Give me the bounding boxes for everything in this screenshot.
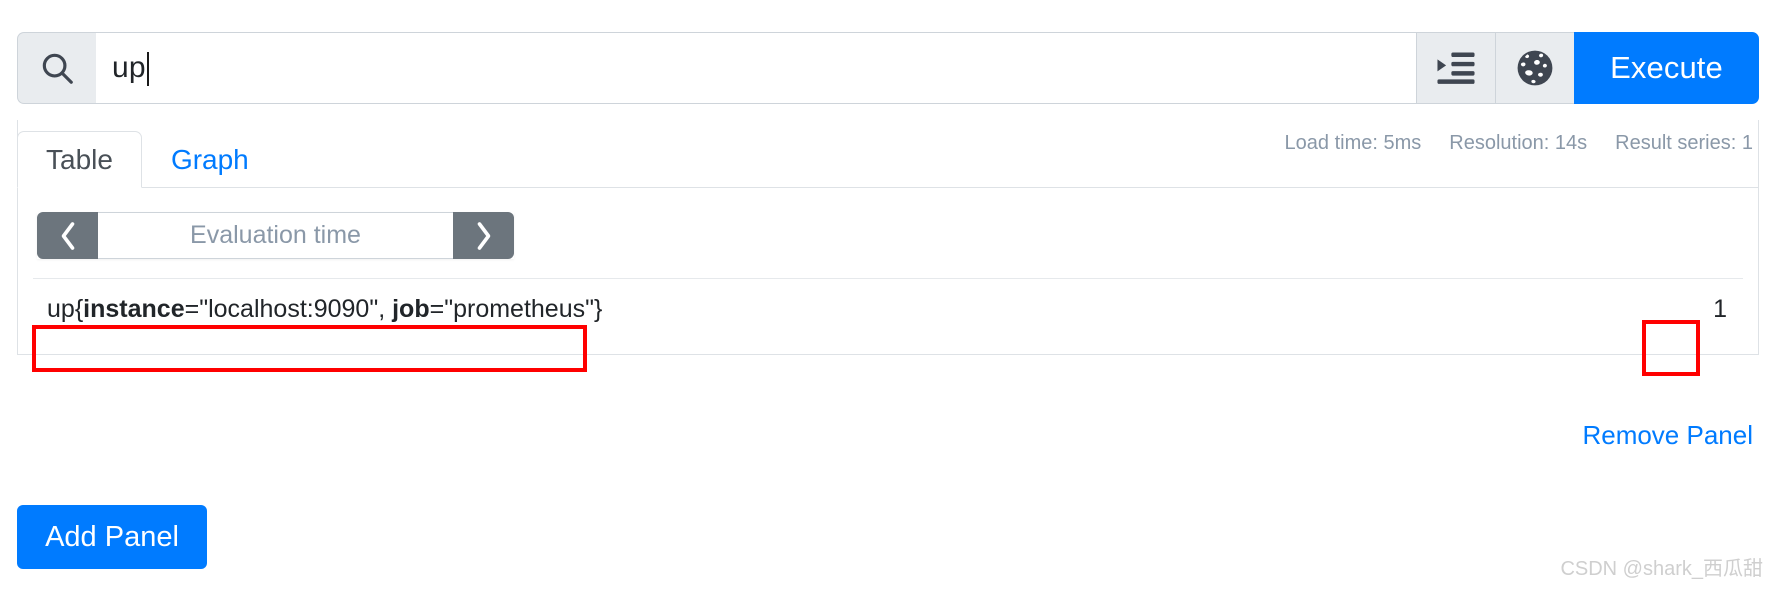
label-key-job: job <box>392 295 430 323</box>
resolution-stat: Resolution: 14s <box>1449 132 1588 154</box>
tab-table[interactable]: Table <box>17 131 142 188</box>
chevron-left-icon <box>58 221 78 251</box>
globe-icon <box>1516 49 1554 87</box>
query-stats: Load time: 5ms Resolution: 14s Result se… <box>1285 132 1753 155</box>
label-value-instance: localhost:9090 <box>208 295 370 323</box>
remove-panel-link[interactable]: Remove Panel <box>1582 420 1753 451</box>
tab-graph[interactable]: Graph <box>142 131 278 188</box>
text-cursor <box>146 52 149 86</box>
indent-list-icon <box>1436 51 1476 85</box>
load-time-stat: Load time: 5ms <box>1284 132 1422 154</box>
metrics-explorer-button[interactable] <box>1495 32 1574 104</box>
watermark-text: CSDN @shark_西瓜甜 <box>1560 558 1763 580</box>
prometheus-expression-browser: up Execute Table Graph Load time: 5ms Re… <box>0 0 1775 589</box>
add-panel-button[interactable]: Add Panel <box>17 505 207 569</box>
expression-input-value: up <box>112 51 146 84</box>
results-table: up{instance="localhost:9090", job="prome… <box>33 278 1743 340</box>
search-icon-addon <box>17 32 96 104</box>
evaluation-time-input[interactable]: Evaluation time <box>98 212 453 259</box>
evaluation-time-prev-button[interactable] <box>37 212 98 259</box>
label-value-job: prometheus <box>453 295 586 323</box>
evaluation-time-placeholder: Evaluation time <box>190 221 361 249</box>
result-series-stat: Result series: 1 <box>1615 132 1753 154</box>
execute-button[interactable]: Execute <box>1574 32 1759 104</box>
expression-input[interactable]: up <box>96 32 1416 104</box>
evaluation-time-next-button[interactable] <box>453 212 514 259</box>
chevron-right-icon <box>474 221 494 251</box>
table-row: up{instance="localhost:9090", job="prome… <box>33 278 1743 340</box>
series-metric-label: up{instance="localhost:9090", job="prome… <box>47 295 603 323</box>
query-input-group: up Execute <box>17 32 1759 104</box>
metric-name: up <box>47 295 75 323</box>
series-value: 1 <box>1713 295 1727 323</box>
evaluation-time-group: Evaluation time <box>37 212 514 259</box>
format-expression-button[interactable] <box>1416 32 1495 104</box>
search-icon <box>38 49 76 87</box>
label-key-instance: instance <box>83 295 185 323</box>
